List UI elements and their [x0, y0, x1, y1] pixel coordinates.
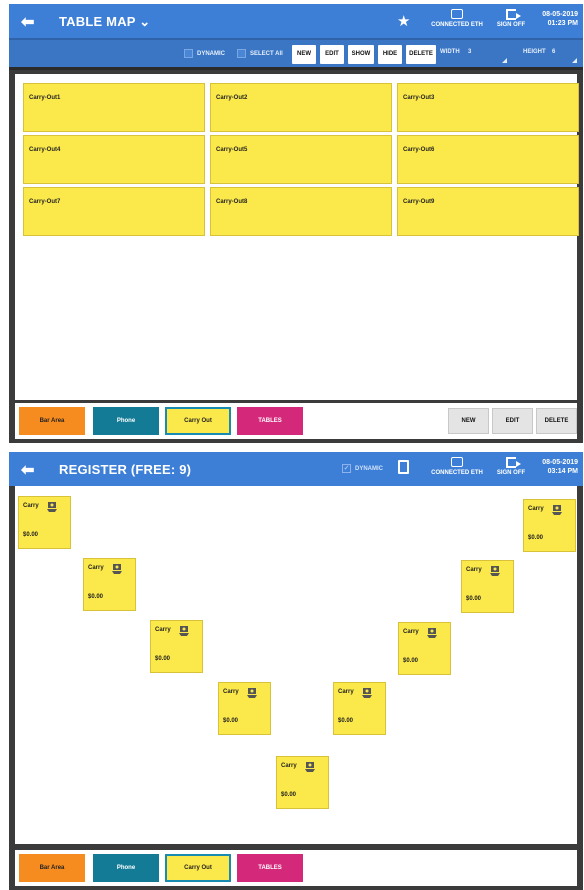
- select-all-checkbox[interactable]: SELECT All: [237, 49, 283, 58]
- table-carry-out-2[interactable]: Carry-Out2: [210, 83, 392, 132]
- datetime: 08-05-2019 01:23 PM: [542, 11, 578, 27]
- top-bar: ⬅ TABLE MAP ⌄ ★ CONNECTED ETH SIGN OFF 0…: [9, 4, 583, 38]
- page-title: REGISTER (FREE: 9): [59, 462, 192, 477]
- checkbox-icon: ✓: [342, 464, 351, 473]
- show-button[interactable]: SHOW: [348, 45, 374, 64]
- sign-off-button[interactable]: SIGN OFF: [492, 457, 530, 477]
- edit-button[interactable]: EDIT: [320, 45, 344, 64]
- table-carry-out-9[interactable]: Carry-Out9: [397, 187, 579, 236]
- table-carry-out-6[interactable]: Carry-Out6: [397, 135, 579, 184]
- table-tile[interactable]: Carry $0.00: [333, 682, 386, 735]
- area-edit-button[interactable]: EDIT: [492, 408, 533, 434]
- table-carry-out-1[interactable]: Carry-Out1: [23, 83, 205, 132]
- page-title[interactable]: TABLE MAP ⌄: [59, 14, 150, 30]
- table-carry-out-4[interactable]: Carry-Out4: [23, 135, 205, 184]
- sign-off-icon: [506, 9, 521, 20]
- table-tile[interactable]: Carry $0.00: [461, 560, 514, 613]
- takeout-bag-icon: [47, 502, 57, 512]
- register-screen: ⬅ REGISTER (FREE: 9) ✓ DYNAMIC CONNECTED …: [9, 452, 583, 890]
- width-stepper[interactable]: [502, 58, 507, 63]
- sign-off-icon: [506, 457, 521, 468]
- height-stepper[interactable]: [572, 58, 577, 63]
- width-label: WIDTH: [440, 49, 460, 55]
- table-carry-out-3[interactable]: Carry-Out3: [397, 83, 579, 132]
- table-tile[interactable]: Carry $0.00: [83, 558, 136, 611]
- tab-carry-out[interactable]: Carry Out: [165, 407, 231, 435]
- new-button[interactable]: NEW: [292, 45, 316, 64]
- dynamic-checkbox[interactable]: DYNAMIC: [184, 49, 225, 58]
- table-tile[interactable]: Carry $0.00: [218, 682, 271, 735]
- area-tabs-bar: Bar Area Phone Carry Out TABLES: [15, 850, 577, 886]
- takeout-bag-icon: [490, 566, 500, 576]
- top-bar: ⬅ REGISTER (FREE: 9) ✓ DYNAMIC CONNECTED …: [9, 452, 583, 486]
- table-tile[interactable]: Carry $0.00: [18, 496, 71, 549]
- takeout-bag-icon: [305, 762, 315, 772]
- table-carry-out-8[interactable]: Carry-Out8: [210, 187, 392, 236]
- map-toolbar: DYNAMIC SELECT All NEW EDIT SHOW HIDE DE…: [9, 38, 583, 70]
- area-delete-button[interactable]: DELETE: [536, 408, 577, 434]
- table-carry-out-5[interactable]: Carry-Out5: [210, 135, 392, 184]
- delete-button[interactable]: DELETE: [406, 45, 436, 64]
- table-map-screen: ⬅ TABLE MAP ⌄ ★ CONNECTED ETH SIGN OFF 0…: [9, 4, 583, 443]
- takeout-bag-icon: [427, 628, 437, 638]
- tab-phone[interactable]: Phone: [93, 854, 159, 882]
- takeout-bag-icon: [362, 688, 372, 698]
- width-value[interactable]: 3: [468, 49, 471, 55]
- tab-carry-out[interactable]: Carry Out: [165, 854, 231, 882]
- area-new-button[interactable]: NEW: [448, 408, 489, 434]
- dynamic-checkbox[interactable]: ✓ DYNAMIC: [342, 464, 383, 473]
- height-label: HEIGHT: [523, 49, 546, 55]
- takeout-bag-icon: [179, 626, 189, 636]
- height-value[interactable]: 6: [552, 49, 555, 55]
- table-tile[interactable]: Carry $0.00: [398, 622, 451, 675]
- table-tile[interactable]: Carry $0.00: [523, 499, 576, 552]
- table-map-area: Carry-Out1 Carry-Out2 Carry-Out3 Carry-O…: [15, 74, 579, 400]
- takeout-bag-icon: [552, 505, 562, 515]
- back-arrow-icon[interactable]: ⬅: [21, 460, 34, 480]
- connection-status: CONNECTED ETH: [424, 457, 490, 477]
- tab-tables[interactable]: TABLES: [237, 407, 303, 435]
- network-icon: [451, 457, 463, 467]
- table-tile[interactable]: Carry $0.00: [276, 756, 329, 809]
- takeout-bag-icon: [112, 564, 122, 574]
- table-carry-out-7[interactable]: Carry-Out7: [23, 187, 205, 236]
- takeout-bag-icon: [247, 688, 257, 698]
- register-floor: Carry $0.00 Carry $0.00 Carry $0.00 Carr…: [15, 486, 577, 844]
- table-tile[interactable]: Carry $0.00: [150, 620, 203, 673]
- tab-tables[interactable]: TABLES: [237, 854, 303, 882]
- area-tabs-bar: Bar Area Phone Carry Out TABLES NEW EDIT…: [15, 403, 577, 439]
- star-icon[interactable]: ★: [397, 12, 410, 30]
- back-arrow-icon[interactable]: ⬅: [21, 12, 34, 32]
- clipboard-icon[interactable]: [398, 460, 409, 474]
- tab-bar-area[interactable]: Bar Area: [19, 854, 85, 882]
- datetime: 08-05-2019 03:14 PM: [542, 459, 578, 475]
- sign-off-button[interactable]: SIGN OFF: [492, 9, 530, 29]
- tab-bar-area[interactable]: Bar Area: [19, 407, 85, 435]
- tab-phone[interactable]: Phone: [93, 407, 159, 435]
- network-icon: [451, 9, 463, 19]
- hide-button[interactable]: HIDE: [378, 45, 402, 64]
- connection-status: CONNECTED ETH: [424, 9, 490, 29]
